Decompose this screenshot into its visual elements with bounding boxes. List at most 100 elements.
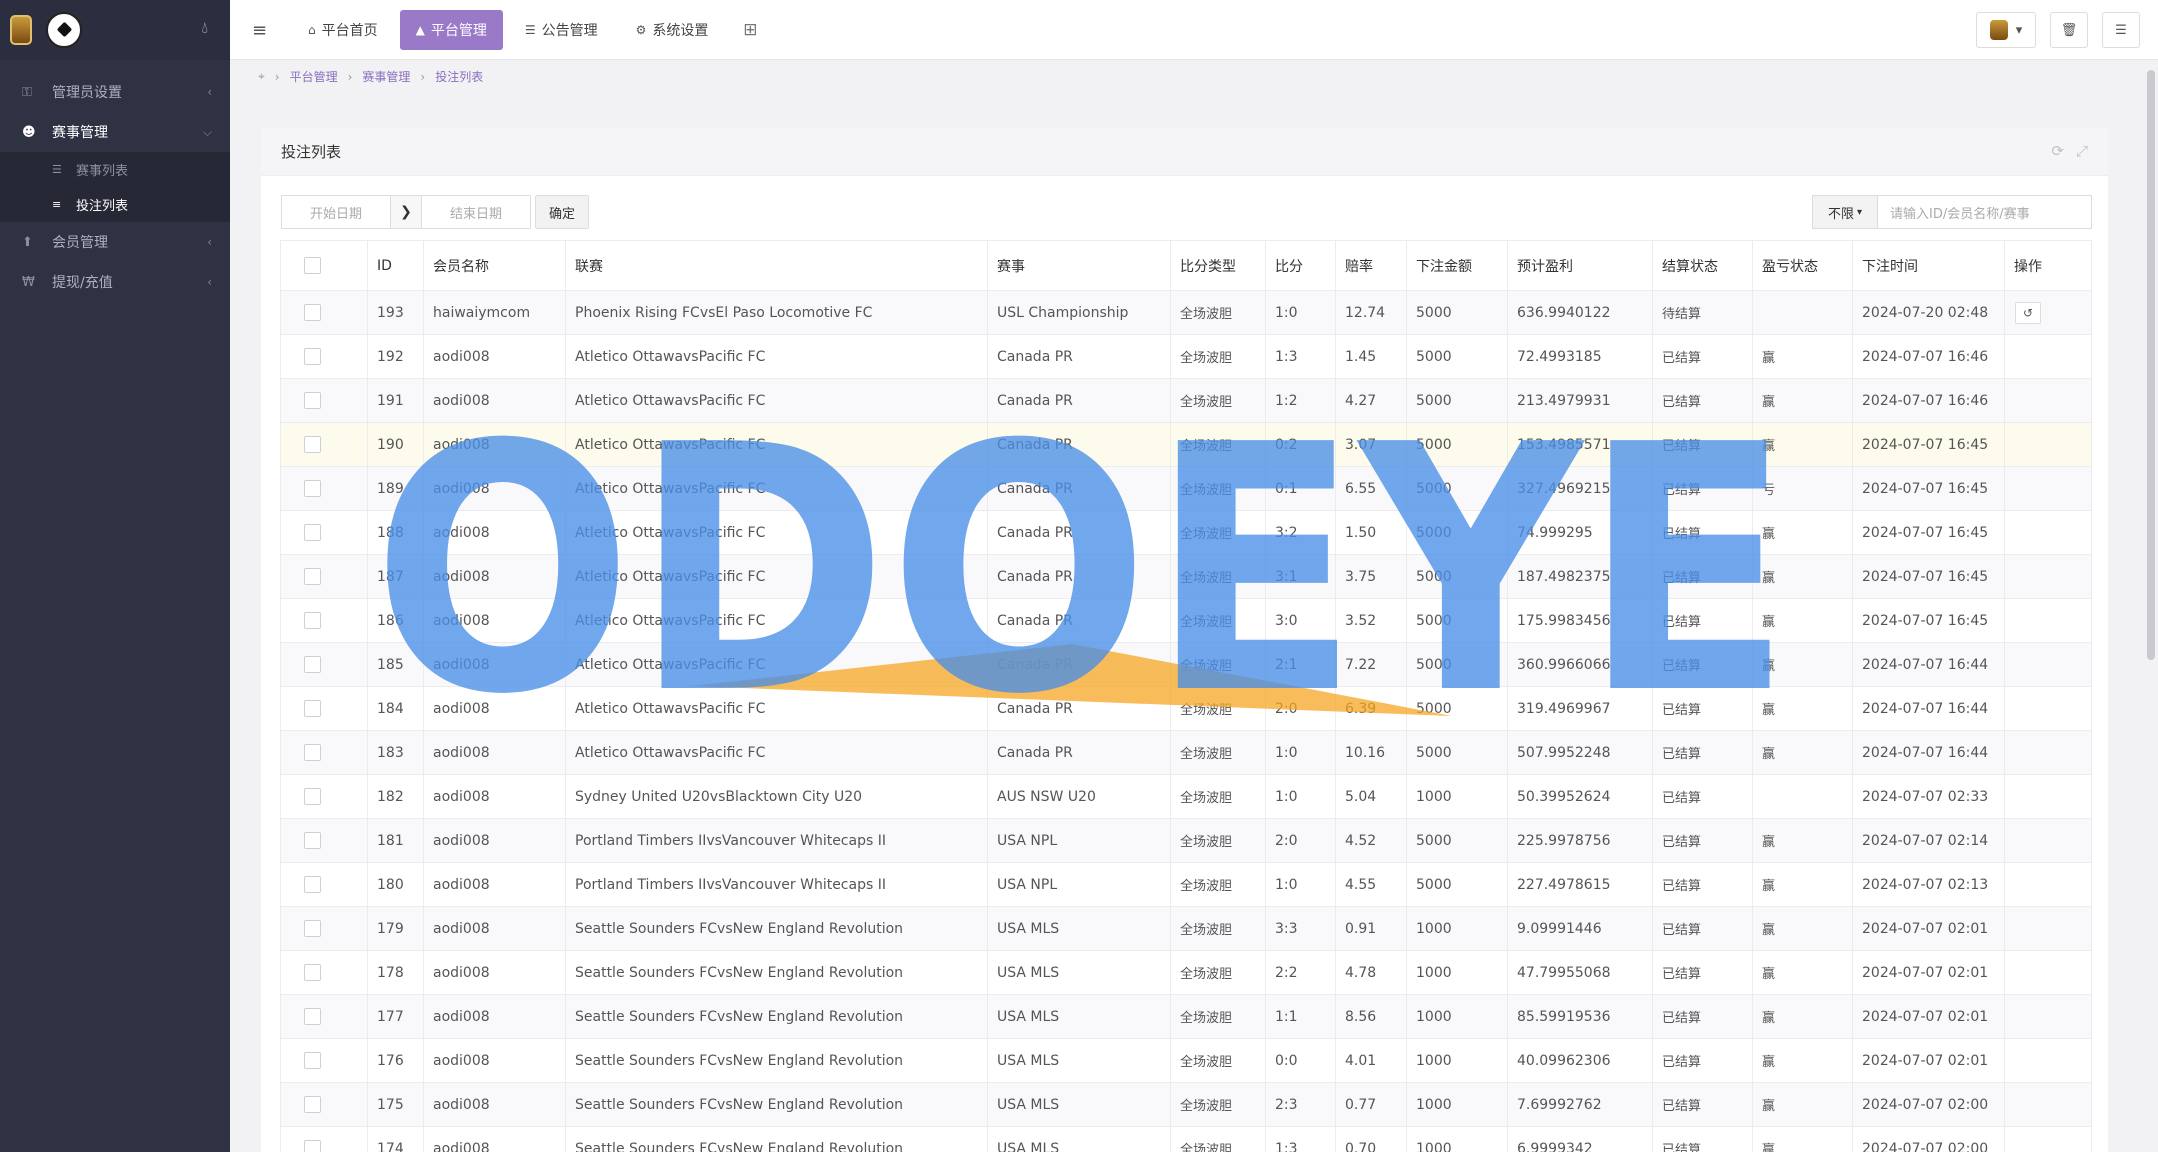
cell-score-type: 全场波胆 xyxy=(1170,686,1266,731)
cell-settle-status: 已结算 xyxy=(1652,818,1753,863)
confirm-button[interactable]: 确定 xyxy=(535,195,589,229)
row-checkbox[interactable] xyxy=(304,1008,321,1025)
cell-settle-status: 已结算 xyxy=(1652,686,1753,731)
cell-score: 3:0 xyxy=(1265,598,1336,643)
tab-system-settings[interactable]: ⚙︎ 系统设置 xyxy=(620,10,725,50)
scope-select-value: 不限 xyxy=(1827,206,1854,222)
cell-settle-status: 已结算 xyxy=(1652,1038,1753,1083)
sidebar-brand: 💧︎ xyxy=(0,0,230,60)
cell-pnl-status: 赢 xyxy=(1752,906,1853,951)
tab-platform-management[interactable]: ▲ 平台管理 xyxy=(399,10,503,50)
fullscreen-icon[interactable]: ⤢ xyxy=(2076,142,2088,160)
cell-amount: 5000 xyxy=(1406,290,1508,335)
row-checkbox[interactable] xyxy=(304,832,321,849)
search-input[interactable]: 请输入ID/会员名称/赛事 xyxy=(1878,195,2092,229)
cell-expected-profit: 187.4982375 xyxy=(1507,554,1653,599)
refresh-icon[interactable]: ⟳ xyxy=(2051,142,2064,160)
row-checkbox[interactable] xyxy=(304,1140,321,1152)
cell-odds: 4.55 xyxy=(1335,862,1407,907)
col-header-league[interactable]: 联赛 xyxy=(565,240,988,291)
cell-score-type: 全场波胆 xyxy=(1170,1082,1266,1127)
cell-pnl-status: 赢 xyxy=(1752,950,1853,995)
cell-bet-time: 2024-07-20 02:48 xyxy=(1852,290,2005,335)
row-checkbox[interactable] xyxy=(304,876,321,893)
breadcrumb: ⌖ › 平台管理 › 赛事管理 › 投注列表 xyxy=(258,68,483,85)
row-checkbox[interactable] xyxy=(304,304,321,321)
col-header-odds[interactable]: 赔率 xyxy=(1335,240,1407,291)
breadcrumb-item[interactable]: 平台管理 xyxy=(290,68,338,85)
scrollbar-thumb[interactable] xyxy=(2147,70,2155,660)
col-header-member[interactable]: 会员名称 xyxy=(423,240,566,291)
cell-score: 1:0 xyxy=(1265,774,1336,819)
col-header-expected-profit[interactable]: 预计盈利 xyxy=(1507,240,1653,291)
col-header-id[interactable]: ID xyxy=(367,240,424,291)
cell-odds: 0.70 xyxy=(1335,1126,1407,1152)
cell-score: 0:1 xyxy=(1265,466,1336,511)
cell-match: Canada PR xyxy=(987,510,1171,555)
col-header-score-type[interactable]: 比分类型 xyxy=(1170,240,1266,291)
col-header-amount[interactable]: 下注金额 xyxy=(1406,240,1508,291)
cell-odds: 4.52 xyxy=(1335,818,1407,863)
row-checkbox[interactable] xyxy=(304,964,321,981)
breadcrumb-item[interactable]: 赛事管理 xyxy=(362,68,410,85)
page-scrollbar[interactable] xyxy=(2144,60,2158,1152)
search-bar: 不限 ▾ 请输入ID/会员名称/赛事 xyxy=(1812,195,2092,229)
table-row: 180 aodi008 Portland Timbers IIvsVancouver… xyxy=(280,862,2092,907)
menu-toggle-icon[interactable]: ≡ xyxy=(252,20,267,41)
cell-bet-time: 2024-07-07 16:45 xyxy=(1852,422,2005,467)
sidebar-item-admin-settings[interactable]: ⚿ 管理员设置 ‹ xyxy=(0,72,230,112)
tab-platform-home[interactable]: ⌂ 平台首页 xyxy=(292,10,394,50)
col-header-match[interactable]: 赛事 xyxy=(987,240,1171,291)
row-checkbox[interactable] xyxy=(304,524,321,541)
cell-actions xyxy=(2004,1126,2092,1152)
start-date-input[interactable]: 开始日期 xyxy=(281,195,391,229)
sidebar-subitem-bet-list[interactable]: ≡ 投注列表 xyxy=(0,187,230,222)
row-select-cell xyxy=(280,730,368,775)
col-header-score[interactable]: 比分 xyxy=(1265,240,1336,291)
right-panel-button[interactable]: ☰ xyxy=(2102,12,2140,48)
grid-apps-icon[interactable]: ⊞ xyxy=(730,10,770,50)
sidebar-item-withdraw-recharge[interactable]: ₩ 提现/充值 ‹ xyxy=(0,262,230,302)
cell-match: Canada PR xyxy=(987,422,1171,467)
col-header-pnl-status[interactable]: 盈亏状态 xyxy=(1752,240,1853,291)
row-checkbox[interactable] xyxy=(304,612,321,629)
sidebar-subitem-label: 投注列表 xyxy=(76,199,129,214)
row-checkbox[interactable] xyxy=(304,568,321,585)
row-select-cell xyxy=(280,818,368,863)
tab-label: 系统设置 xyxy=(652,23,709,39)
row-checkbox[interactable] xyxy=(304,700,321,717)
revert-icon[interactable]: ↺ xyxy=(2015,301,2041,324)
col-header-settle-status[interactable]: 结算状态 xyxy=(1652,240,1753,291)
select-all-cell xyxy=(280,240,368,291)
row-checkbox[interactable] xyxy=(304,436,321,453)
end-date-input[interactable]: 结束日期 xyxy=(421,195,531,229)
sidebar-subitem-match-list[interactable]: ☰ 赛事列表 xyxy=(0,152,230,187)
row-checkbox[interactable] xyxy=(304,348,321,365)
row-checkbox[interactable] xyxy=(304,920,321,937)
cell-settle-status: 已结算 xyxy=(1652,862,1753,907)
cell-member: haiwaiymcom xyxy=(423,290,566,335)
cell-odds: 0.77 xyxy=(1335,1082,1407,1127)
cell-bet-time: 2024-07-07 02:01 xyxy=(1852,906,2005,951)
theme-drop-icon[interactable]: 💧︎ xyxy=(202,18,208,38)
row-checkbox[interactable] xyxy=(304,1096,321,1113)
tab-announcement-management[interactable]: ☰ 公告管理 xyxy=(509,10,614,50)
select-all-checkbox[interactable] xyxy=(304,257,321,274)
scope-select[interactable]: 不限 ▾ xyxy=(1812,195,1878,229)
row-checkbox[interactable] xyxy=(304,744,321,761)
clear-cache-button[interactable]: 🗑︎ xyxy=(2050,12,2088,48)
col-header-bet-time[interactable]: 下注时间 xyxy=(1852,240,2005,291)
cell-bet-time: 2024-07-07 16:44 xyxy=(1852,642,2005,687)
user-avatar-dropdown[interactable]: ▾ xyxy=(1976,12,2036,48)
cell-expected-profit: 636.9940122 xyxy=(1507,290,1653,335)
cell-match: Canada PR xyxy=(987,378,1171,423)
row-checkbox[interactable] xyxy=(304,392,321,409)
row-checkbox[interactable] xyxy=(304,480,321,497)
bet-list-panel: 投注列表 ⟳ ⤢ 开始日期 ❯ 结束日期 确定 不限 ▾ 请输入ID/会员名称/… xyxy=(261,128,2108,1152)
row-checkbox[interactable] xyxy=(304,788,321,805)
row-checkbox[interactable] xyxy=(304,656,321,673)
sidebar-item-match-management[interactable]: ☻ 赛事管理 ⌵ xyxy=(0,112,230,152)
sidebar-item-member-management[interactable]: ⬆︎ 会员管理 ‹ xyxy=(0,222,230,262)
chevron-left-icon: ‹ xyxy=(207,235,212,249)
row-checkbox[interactable] xyxy=(304,1052,321,1069)
